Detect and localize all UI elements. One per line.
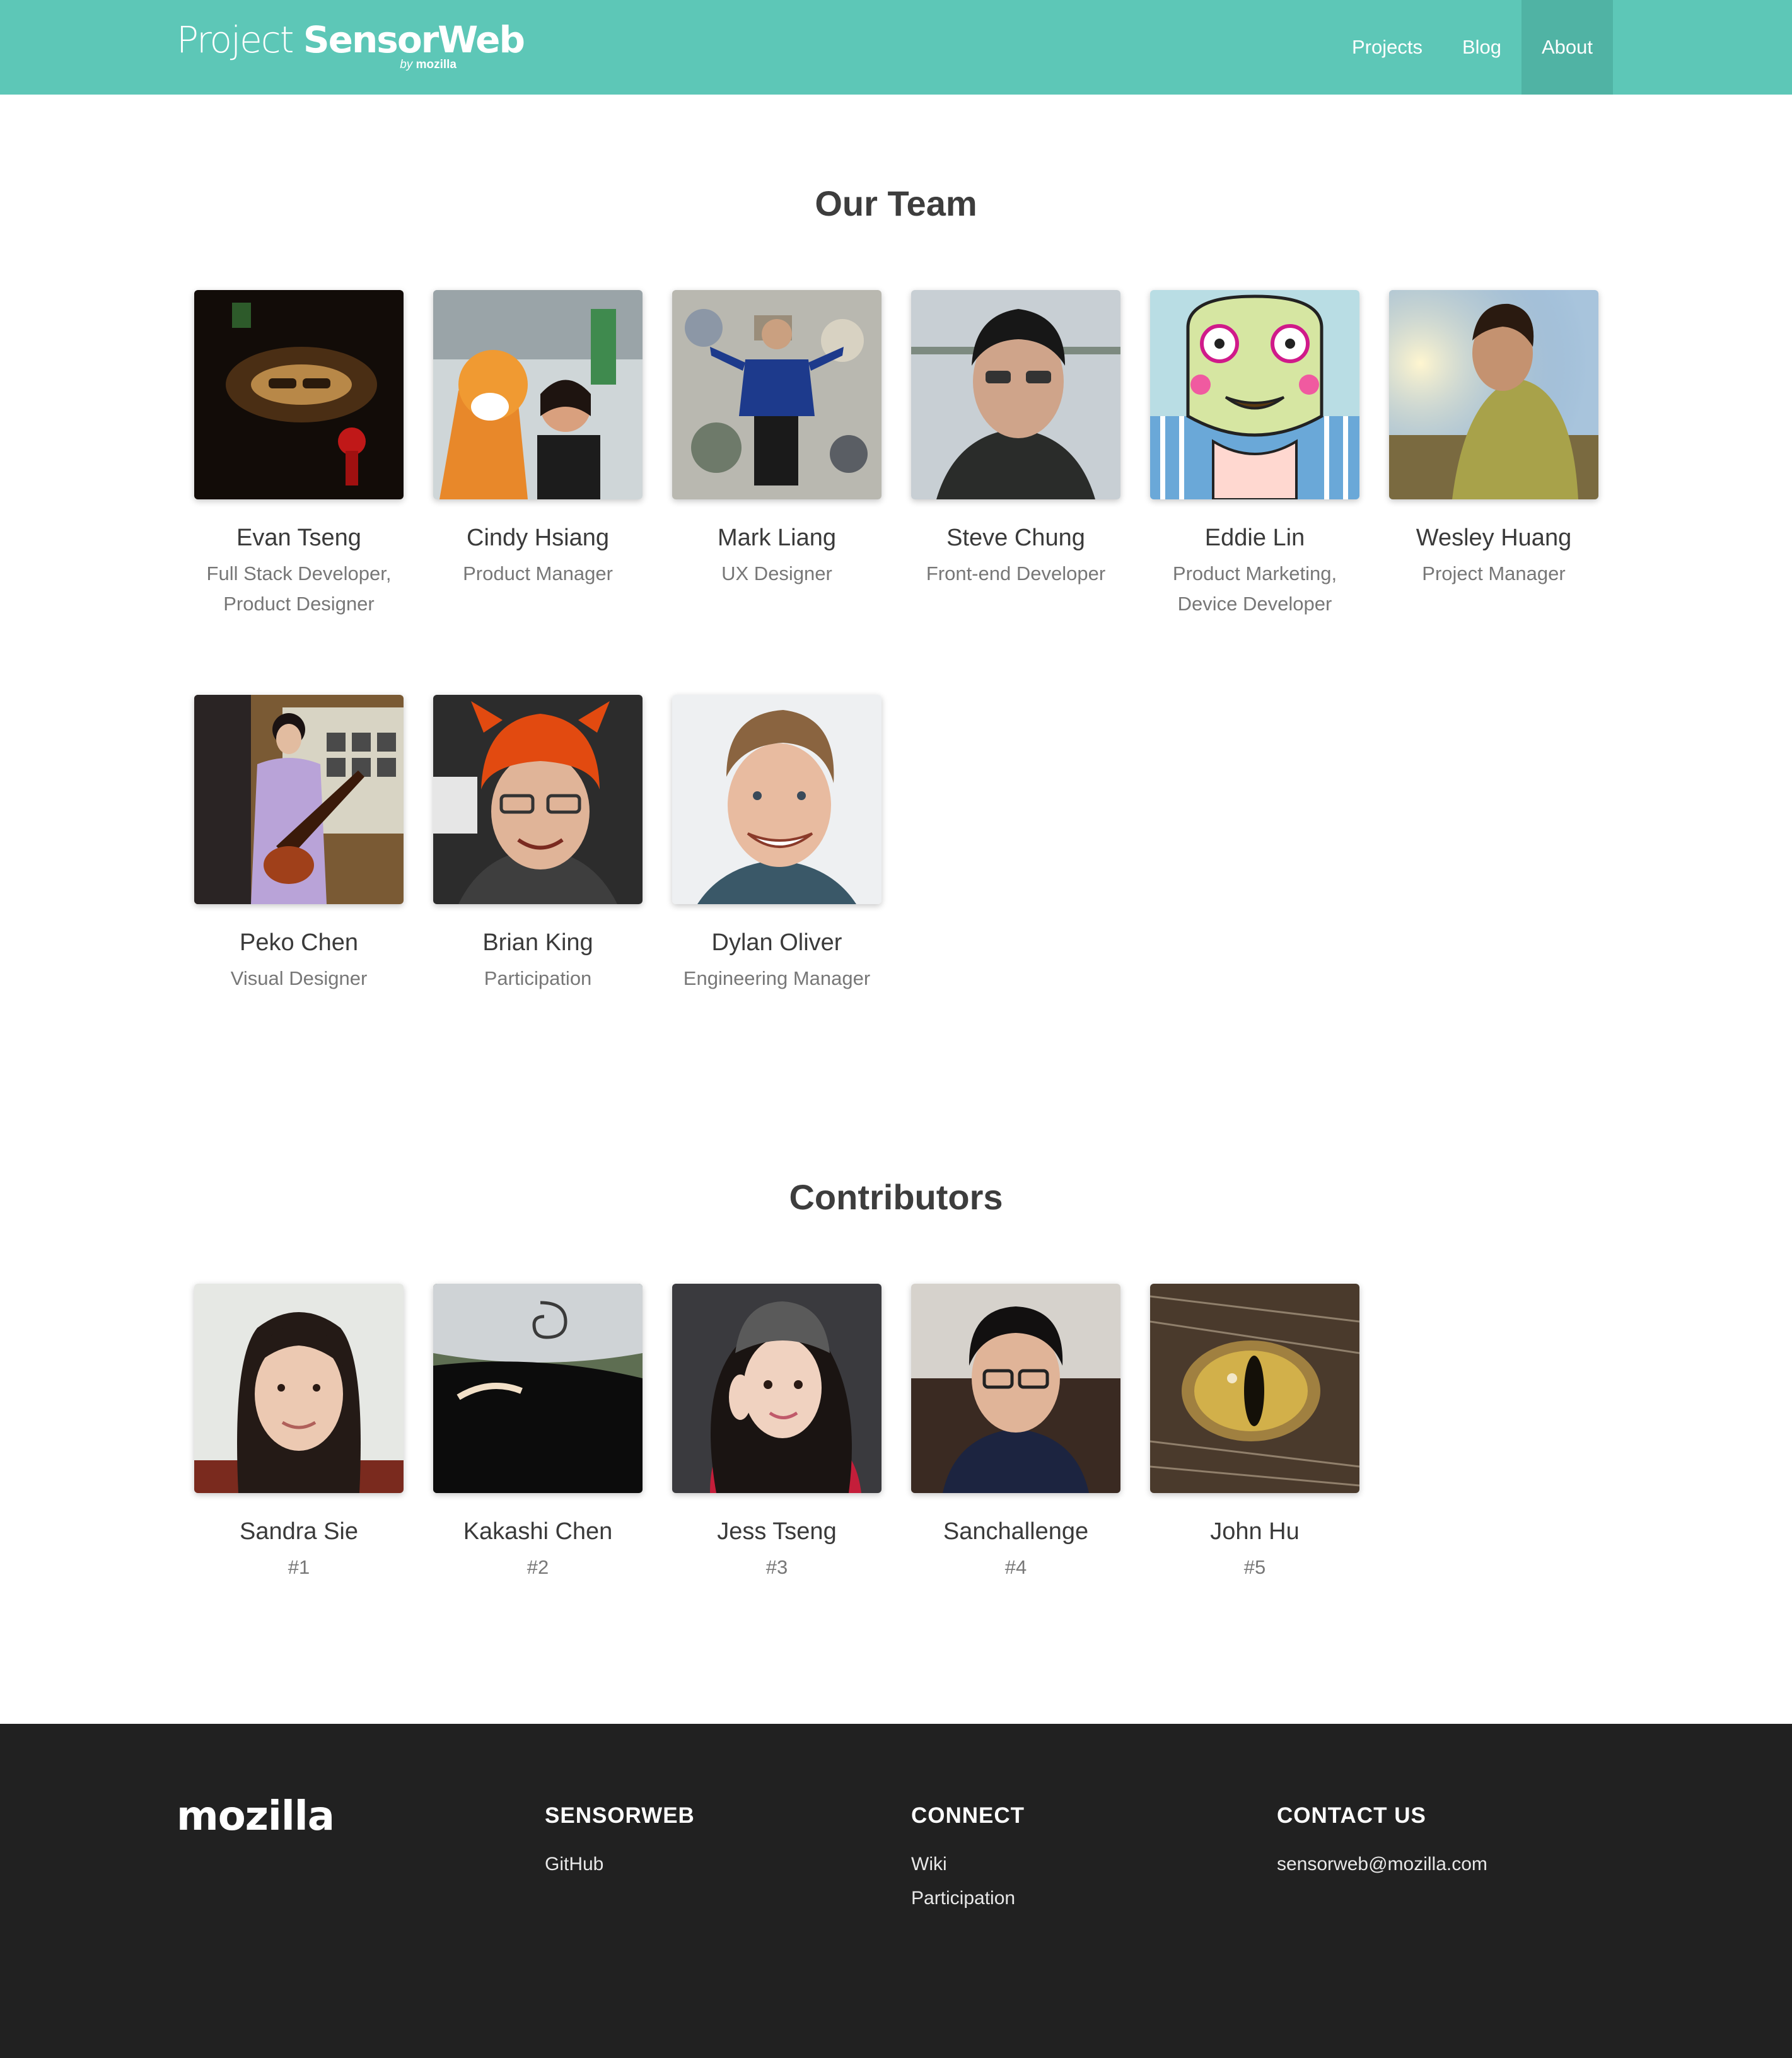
member-role: Engineering Manager <box>683 967 871 989</box>
team-member-photo <box>1389 290 1598 499</box>
member-role: Participation <box>484 967 592 989</box>
contributor-photo <box>672 1284 881 1493</box>
member-name: Steve Chung <box>946 525 1085 551</box>
team-member-photo <box>1150 290 1359 499</box>
member-role: Front-end Developer <box>926 562 1106 584</box>
footer-link-participation[interactable]: Participation <box>911 1881 1025 1916</box>
team-member-photo <box>194 695 404 904</box>
contributor-rank: #4 <box>1004 1556 1027 1578</box>
site-footer: mozilla SENSORWEB GitHub CONNECT Wiki Pa… <box>0 1724 1792 2058</box>
footer-column-connect: CONNECT Wiki Participation <box>911 1803 1025 1916</box>
contributor-name: Sandra Sie <box>239 1518 358 1545</box>
member-role: Product Marketing, Device Developer <box>1172 562 1337 615</box>
member-name: Brian King <box>482 929 593 956</box>
member-name: Dylan Oliver <box>711 929 842 956</box>
member-name: Eddie Lin <box>1204 525 1305 551</box>
site-header: Project SensorWeb by mozilla Projects Bl… <box>0 0 1792 95</box>
logo-text-bold: SensorWeb <box>303 18 525 61</box>
member-role: Project Manager <box>1422 562 1566 584</box>
team-member-photo <box>672 290 881 499</box>
contributor-photo <box>194 1284 404 1493</box>
contributor-name: Jess Tseng <box>717 1518 837 1545</box>
mozilla-footer-logo[interactable]: mozilla <box>177 1793 335 1840</box>
contributor-photo <box>911 1284 1120 1493</box>
contributor-name: Kakashi Chen <box>463 1518 613 1545</box>
member-name: Peko Chen <box>239 929 358 956</box>
project-sensorweb-logo[interactable]: Project SensorWeb by mozilla <box>177 18 525 76</box>
team-member-photo <box>672 695 881 904</box>
member-name: Cindy Hsiang <box>467 525 609 551</box>
contributor-name: Sanchallenge <box>943 1518 1089 1545</box>
contributor-photo <box>1150 1284 1359 1493</box>
logo-byline: by mozilla <box>400 58 457 71</box>
footer-link-email[interactable]: sensorweb@mozilla.com <box>1277 1847 1487 1881</box>
our-team-heading: Our Team <box>815 183 977 223</box>
footer-heading: CONTACT US <box>1277 1803 1426 1828</box>
nav-projects-link[interactable]: Projects <box>1337 0 1438 95</box>
nav-about-link-active[interactable]: About <box>1521 0 1613 95</box>
footer-link-wiki[interactable]: Wiki <box>911 1847 1025 1881</box>
footer-link-github[interactable]: GitHub <box>545 1847 695 1881</box>
contributor-name: John Hu <box>1210 1518 1300 1545</box>
member-name: Evan Tseng <box>236 525 361 551</box>
team-member-photo <box>194 290 404 499</box>
member-role: Visual Designer <box>230 967 368 989</box>
member-name: Mark Liang <box>718 525 836 551</box>
footer-column-sensorweb: SENSORWEB GitHub <box>545 1803 695 1881</box>
team-member-photo <box>433 695 643 904</box>
contributor-rank: #1 <box>288 1556 310 1578</box>
footer-heading: CONNECT <box>911 1803 1025 1828</box>
team-member-photo <box>911 290 1120 499</box>
member-role: UX Designer <box>721 562 832 584</box>
contributor-rank: #5 <box>1243 1556 1266 1578</box>
nav-blog-link[interactable]: Blog <box>1450 0 1513 95</box>
contributor-rank: #3 <box>765 1556 788 1578</box>
member-role: Product Manager <box>463 562 613 584</box>
footer-heading: SENSORWEB <box>545 1803 695 1828</box>
contributor-rank: #2 <box>527 1556 549 1578</box>
team-member-photo <box>433 290 643 499</box>
member-role: Full Stack Developer, Product Designer <box>206 562 392 615</box>
contributor-photo <box>433 1284 643 1493</box>
contributors-heading: Contributors <box>789 1177 1003 1217</box>
logo-text-light: Project <box>177 18 303 61</box>
member-name: Wesley Huang <box>1416 525 1572 551</box>
footer-column-contact: CONTACT US sensorweb@mozilla.com <box>1277 1803 1487 1881</box>
